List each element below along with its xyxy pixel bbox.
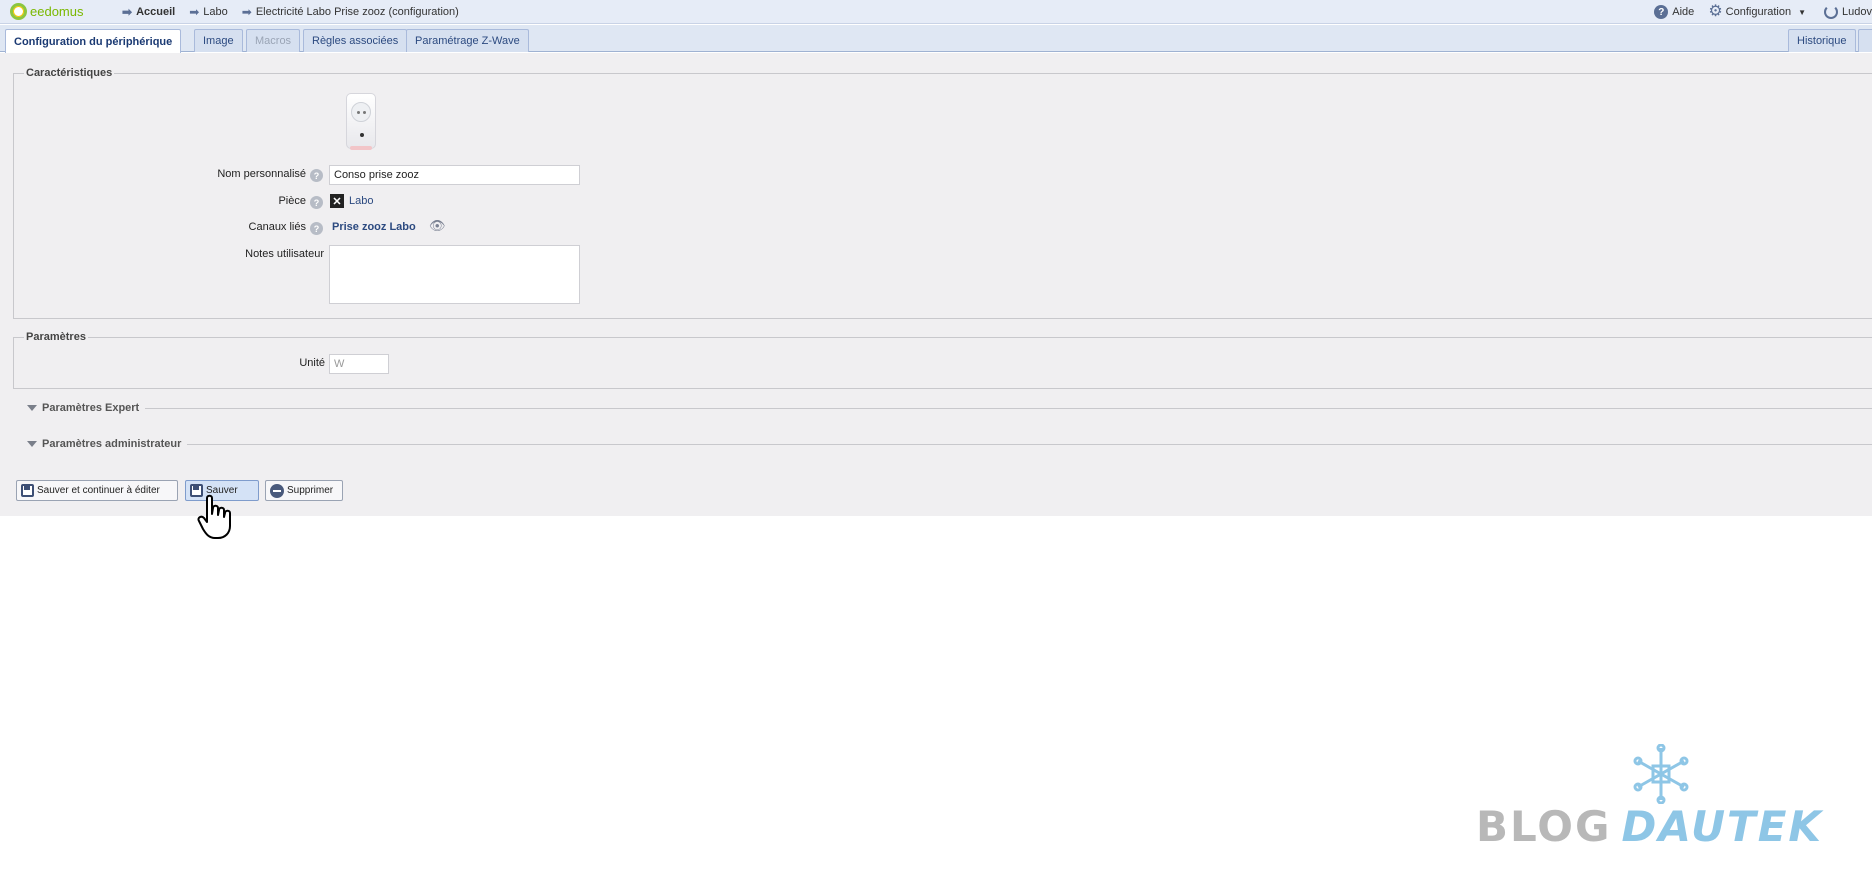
save-and-continue-button[interactable]: Sauver et continuer à éditer — [16, 480, 178, 501]
tab-history[interactable]: Historique — [1788, 29, 1856, 52]
user-label: Ludov — [1842, 6, 1872, 18]
socket-face-icon — [351, 102, 371, 122]
room-label: Pièce — [278, 195, 306, 207]
help-icon[interactable]: ? — [310, 169, 323, 182]
question-icon: ? — [1654, 5, 1669, 19]
custom-name-label: Nom personnalisé — [217, 168, 306, 180]
minus-circle-icon — [270, 483, 284, 498]
expert-parameters-title: Paramètres Expert — [42, 402, 140, 414]
triangle-down-icon — [27, 441, 37, 447]
breadcrumb-home[interactable]: ➡ Accueil — [122, 5, 175, 19]
breadcrumb-label: Electricité Labo Prise zooz (configurati… — [255, 5, 459, 18]
eye-icon[interactable]: 👁 — [429, 218, 446, 234]
configuration-menu[interactable]: ⚙ Configuration ▼ — [1708, 4, 1806, 20]
watermark-blog: BLOG — [1476, 802, 1612, 851]
power-icon — [1824, 5, 1839, 19]
top-right-menu: ? Aide ⚙ Configuration ▼ Ludov — [1640, 0, 1872, 24]
button-label: Sauver et continuer à éditer — [37, 485, 160, 496]
floppy-disk-icon — [21, 484, 34, 497]
user-notes-label: Notes utilisateur — [245, 248, 324, 260]
tools-icon: ✕ — [330, 194, 344, 208]
logo-text: eedomus — [30, 4, 84, 19]
characteristics-section: Caractéristiques — [13, 67, 1872, 319]
gear-icon: ⚙ — [1708, 3, 1723, 20]
tab-device-configuration[interactable]: Configuration du périphérique — [5, 29, 182, 53]
breadcrumb-current: ➡ Electricité Labo Prise zooz (configura… — [242, 5, 459, 19]
logo-ring-icon — [10, 3, 27, 20]
help-icon[interactable]: ? — [310, 196, 323, 209]
user-menu[interactable]: Ludov — [1824, 5, 1872, 19]
top-bar: eedomus ➡ Accueil ➡ Labo ➡ Electricité L… — [0, 0, 1872, 24]
tab-label: Macros — [255, 35, 292, 47]
characteristics-legend: Caractéristiques — [26, 67, 113, 79]
tab-label: Image — [203, 35, 234, 47]
help-label: Aide — [1672, 6, 1695, 18]
watermark-text: BLOG DAUTEK — [1476, 802, 1823, 851]
triangle-down-icon — [27, 405, 37, 411]
arrow-right-icon: ➡ — [189, 4, 200, 19]
plug-base — [350, 146, 372, 150]
linked-channels-label: Canaux liés — [248, 221, 306, 233]
divider — [145, 407, 1872, 409]
expert-parameters-toggle[interactable]: Paramètres Expert — [13, 401, 1872, 415]
led-indicator — [360, 133, 364, 137]
unit-input[interactable]: W — [329, 354, 389, 374]
button-label: Supprimer — [287, 485, 334, 496]
device-image — [346, 93, 376, 150]
delete-button[interactable]: Supprimer — [265, 480, 343, 501]
tab-label: Historique — [1797, 35, 1847, 47]
tab-label: Paramétrage Z-Wave — [415, 35, 520, 47]
snowflake-circuit-icon — [1633, 744, 1689, 804]
breadcrumb-label: Labo — [203, 5, 228, 18]
tab-zwave-settings[interactable]: Paramétrage Z-Wave — [406, 29, 529, 52]
arrow-right-icon: ➡ — [241, 4, 252, 19]
parameters-legend: Paramètres — [26, 331, 86, 343]
user-notes-textarea[interactable] — [329, 245, 580, 304]
breadcrumb-room[interactable]: ➡ Labo — [189, 5, 228, 19]
arrow-right-icon: ➡ — [122, 4, 133, 19]
divider — [187, 443, 1872, 445]
breadcrumb-label: Accueil — [136, 5, 176, 18]
room-link[interactable]: Labo — [349, 195, 373, 207]
tab-rules[interactable]: Règles associées — [303, 29, 408, 52]
watermark-dautek: DAUTEK — [1621, 802, 1823, 851]
tab-macros: Macros — [246, 29, 301, 52]
caret-down-icon: ▼ — [1798, 7, 1807, 17]
eedomus-logo[interactable]: eedomus — [10, 3, 122, 20]
custom-name-input[interactable]: Conso prise zooz — [329, 165, 580, 185]
hand-pointer-icon — [197, 494, 231, 539]
tab-image[interactable]: Image — [194, 29, 243, 52]
tab-bar: Configuration du périphérique Image Macr… — [0, 25, 1872, 53]
admin-parameters-toggle[interactable]: Paramètres administrateur — [13, 437, 1872, 451]
configuration-label: Configuration — [1725, 6, 1792, 18]
tab-overflow[interactable] — [1858, 29, 1872, 52]
blog-dautek-watermark: BLOG DAUTEK — [1476, 744, 1836, 864]
help-icon[interactable]: ? — [310, 222, 323, 235]
help-link[interactable]: ? Aide — [1654, 5, 1694, 19]
unit-label: Unité — [299, 357, 325, 369]
admin-parameters-title: Paramètres administrateur — [42, 438, 182, 450]
tab-label: Configuration du périphérique — [14, 35, 173, 48]
tab-label: Règles associées — [312, 35, 399, 47]
linked-channel-link[interactable]: Prise zooz Labo — [332, 221, 416, 233]
